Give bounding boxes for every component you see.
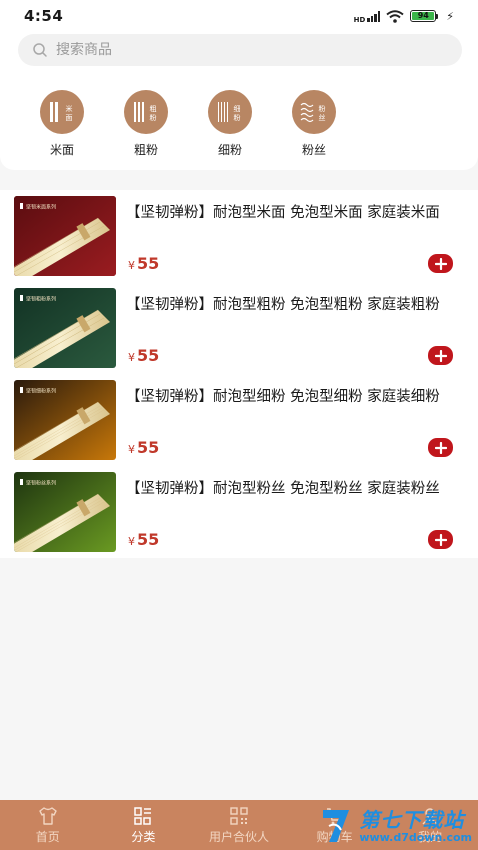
tab-label: 首页: [35, 830, 60, 844]
product-price: ¥55: [128, 254, 159, 273]
plus-icon: [434, 349, 447, 362]
cufen-noodle-icon: 粗 粉: [124, 90, 168, 134]
price-currency: ¥: [128, 443, 135, 456]
product-series-label: 坚韧粉丝系列: [26, 480, 56, 487]
plus-icon: [434, 257, 447, 270]
signal-icon: [367, 10, 381, 22]
category-grid-icon: [134, 807, 152, 825]
category-item-fensi[interactable]: 粉 丝 粉丝: [292, 90, 336, 158]
category-label: 粉丝: [301, 143, 326, 157]
price-value: 55: [137, 254, 160, 273]
qr-code-icon: [230, 807, 248, 825]
product-series-label: 坚韧米面系列: [26, 204, 56, 211]
price-currency: ¥: [128, 535, 135, 548]
plus-icon: [434, 533, 447, 546]
category-badge-char: 粉: [234, 113, 241, 122]
status-icons: HD 94 ⚡: [354, 9, 454, 24]
mimian-noodle-icon: 米 面: [40, 90, 84, 134]
add-to-cart-button[interactable]: [428, 346, 453, 365]
tab-home[interactable]: 首页: [0, 800, 96, 850]
add-to-cart-button[interactable]: [428, 530, 453, 549]
search-bar[interactable]: [18, 34, 462, 66]
watermark-logo-icon: [323, 810, 350, 842]
category-badge-char: 粉: [150, 113, 157, 122]
product-card[interactable]: 坚韧细粉系列 【坚韧弹粉】耐泡型细粉 免泡型细粉 家庭装细粉 ¥55: [0, 374, 478, 466]
tab-partner[interactable]: 用户合伙人: [191, 800, 287, 850]
category-label: 细粉: [217, 143, 242, 157]
price-value: 55: [137, 346, 160, 365]
battery-level: 94: [412, 12, 435, 20]
hd-indicator: HD: [353, 15, 366, 24]
category-badge-char: 米: [66, 104, 73, 113]
category-badge-char: 粉: [319, 104, 326, 113]
category-badge-char: 丝: [319, 113, 326, 122]
watermark-url: www.d7down.com: [359, 830, 472, 844]
product-title[interactable]: 【坚韧弹粉】耐泡型细粉 免泡型细粉 家庭装细粉: [126, 386, 466, 409]
tab-category[interactable]: 分类: [96, 800, 192, 850]
product-image[interactable]: 坚韧粉丝系列: [14, 472, 116, 552]
xifen-noodle-icon: 细 粉: [208, 90, 252, 134]
watermark-title: 第七下载站: [359, 807, 465, 832]
price-currency: ¥: [128, 259, 135, 272]
product-image[interactable]: 坚韧细粉系列: [14, 380, 116, 460]
charging-icon: ⚡: [446, 9, 454, 23]
product-price: ¥55: [128, 530, 159, 549]
category-label: 粗粉: [133, 143, 158, 157]
search-input[interactable]: [56, 42, 436, 58]
add-to-cart-button[interactable]: [428, 254, 453, 273]
category-item-cufen[interactable]: 粗 粉 粗粉: [124, 90, 168, 158]
product-card[interactable]: 坚韧米面系列 【坚韧弹粉】耐泡型米面 免泡型米面 家庭装米面 ¥55: [0, 190, 478, 282]
shirt-icon: [39, 807, 57, 825]
product-card[interactable]: 坚韧粉丝系列 【坚韧弹粉】耐泡型粉丝 免泡型粉丝 家庭装粉丝 ¥55: [0, 466, 478, 558]
product-image[interactable]: 坚韧米面系列: [14, 196, 116, 276]
product-card[interactable]: 坚韧粗粉系列 【坚韧弹粉】耐泡型粗粉 免泡型粗粉 家庭装粗粉 ¥55: [0, 282, 478, 374]
price-value: 55: [137, 530, 160, 549]
category-label: 米面: [49, 143, 74, 157]
fensi-noodle-icon: 粉 丝: [292, 90, 336, 134]
search-icon: [33, 43, 47, 57]
header-card: 米 面 米面 粗 粉 粗粉: [0, 32, 478, 170]
battery-icon: 94: [410, 10, 439, 22]
product-title[interactable]: 【坚韧弹粉】耐泡型粉丝 免泡型粉丝 家庭装粉丝: [126, 478, 466, 501]
product-title[interactable]: 【坚韧弹粉】耐泡型粗粉 免泡型粗粉 家庭装粗粉: [126, 294, 466, 317]
category-item-xifen[interactable]: 细 粉 细粉: [208, 90, 252, 158]
product-series-label: 坚韧细粉系列: [26, 388, 56, 395]
price-value: 55: [137, 438, 160, 457]
product-title[interactable]: 【坚韧弹粉】耐泡型米面 免泡型米面 家庭装米面: [126, 202, 466, 225]
wifi-icon: [386, 9, 404, 23]
status-time: 4:54: [24, 7, 64, 25]
category-row: 米 面 米面 粗 粉 粗粉 细 粉 细粉 粉 丝 粉丝: [40, 90, 336, 158]
product-series-label: 坚韧粗粉系列: [26, 296, 56, 303]
add-to-cart-button[interactable]: [428, 438, 453, 457]
product-price: ¥55: [128, 346, 159, 365]
product-image[interactable]: 坚韧粗粉系列: [14, 288, 116, 368]
category-badge-char: 面: [66, 114, 73, 122]
product-price: ¥55: [128, 438, 159, 457]
tab-label: 用户合伙人: [208, 830, 269, 844]
category-badge-char: 粗: [150, 104, 157, 113]
price-currency: ¥: [128, 351, 135, 364]
plus-icon: [434, 441, 447, 454]
status-bar: 4:54 HD 94 ⚡: [0, 0, 478, 32]
product-list: 坚韧米面系列 【坚韧弹粉】耐泡型米面 免泡型米面 家庭装米面 ¥55 坚韧粗粉系…: [0, 190, 478, 558]
site-watermark: 第七下载站 www.d7down.com: [319, 804, 472, 848]
tab-label: 分类: [131, 830, 156, 844]
category-item-mimian[interactable]: 米 面 米面: [40, 90, 84, 158]
category-badge-char: 细: [234, 104, 241, 113]
